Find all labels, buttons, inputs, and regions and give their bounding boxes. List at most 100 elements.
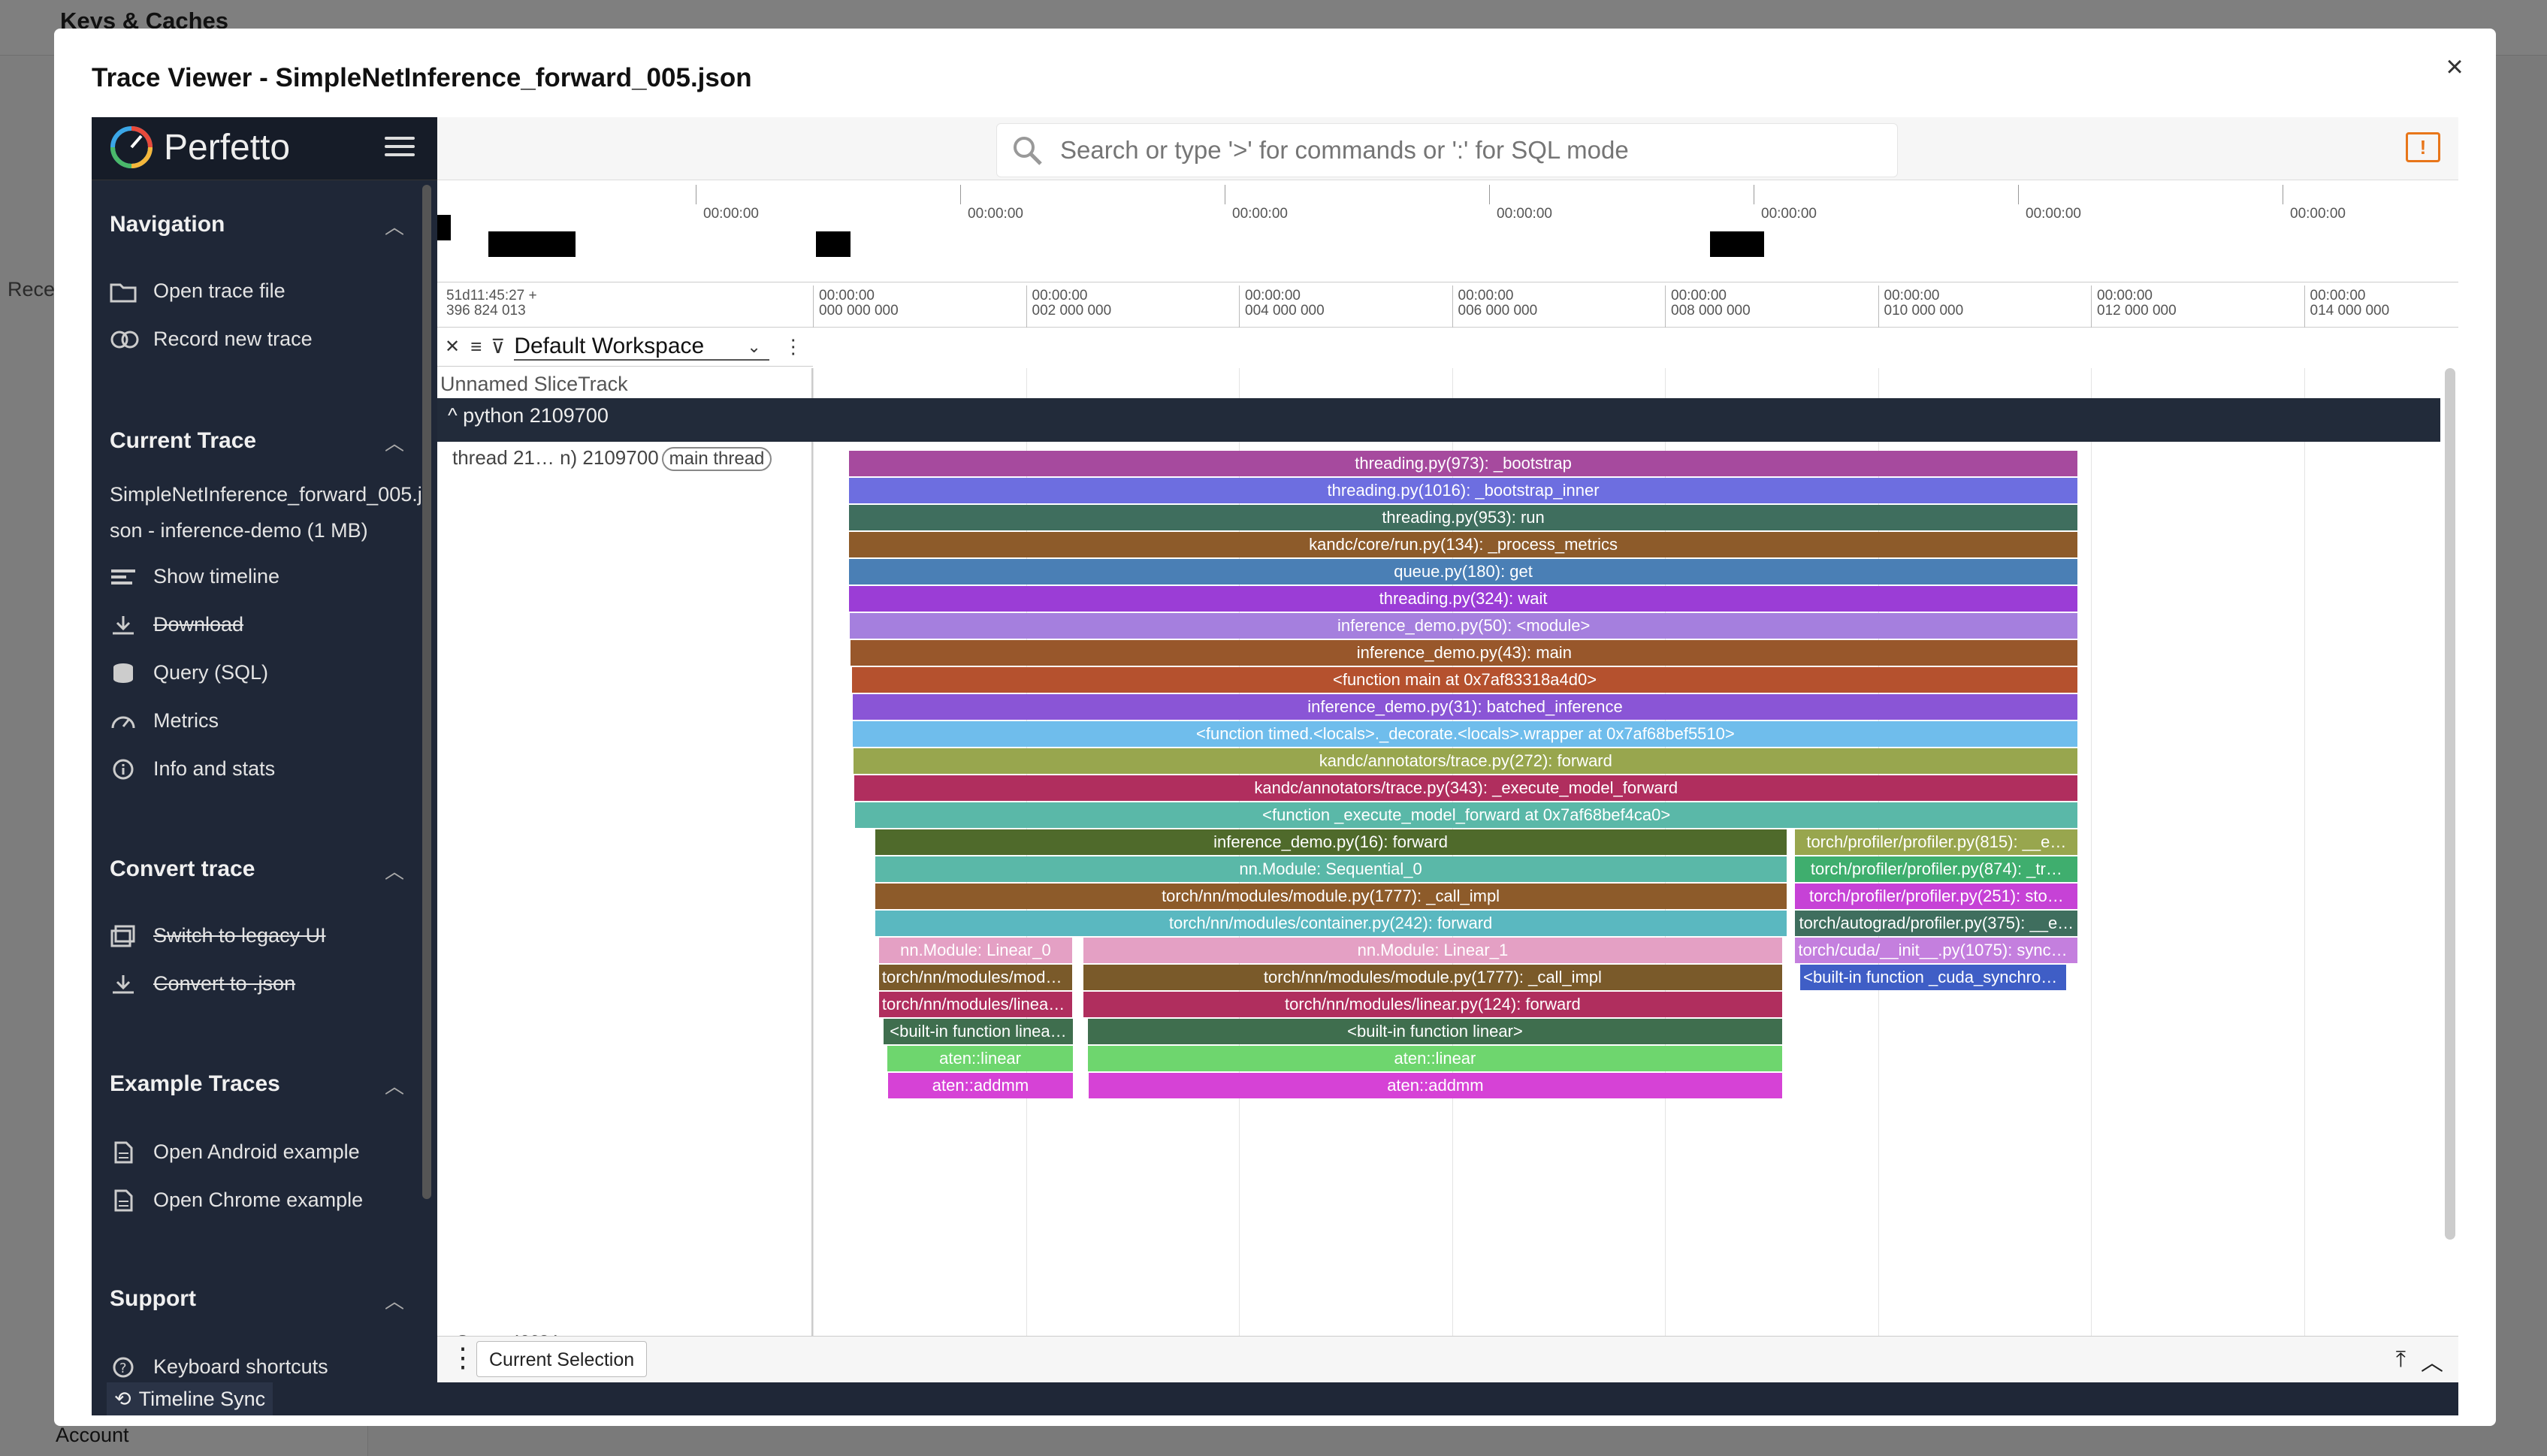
section-convert-trace-title[interactable]: Convert trace xyxy=(110,856,255,882)
time-ruler[interactable]: 51d11:45:27 +396 824 013 00:00:00 000 000 … xyxy=(437,285,2458,328)
trace-slice[interactable]: torch/nn/modules/container.py(242): forw… xyxy=(875,911,1787,936)
track-gutter xyxy=(437,368,813,1337)
trace-slice[interactable]: nn.Module: Linear_0 xyxy=(878,938,1073,963)
query-sql-link[interactable]: Query (SQL) xyxy=(110,661,268,684)
feedback-icon[interactable]: ! xyxy=(2406,132,2440,162)
metrics-link[interactable]: Metrics xyxy=(110,709,219,733)
trace-slice[interactable]: <function _execute_model_forward at 0x7a… xyxy=(855,802,2078,828)
perfetto-logo[interactable]: Perfetto xyxy=(110,125,290,170)
trace-slice[interactable]: torch/profiler/profiler.py(251): sto… xyxy=(1795,884,2078,909)
list-icon[interactable]: ≡ xyxy=(470,335,482,358)
chevron-down-icon[interactable]: ⌄ xyxy=(747,337,760,357)
open-chrome-example-link[interactable]: Open Chrome example xyxy=(110,1189,363,1212)
convert-json-label: Convert to .json xyxy=(153,972,296,995)
trace-slice[interactable]: <built-in function linear> xyxy=(1088,1019,1782,1044)
grid-line xyxy=(2304,368,2305,1337)
open-android-example-link[interactable]: Open Android example xyxy=(110,1140,360,1164)
convert-json-link[interactable]: Convert to .json xyxy=(110,972,295,995)
overview-tick-label: 00:00:00 xyxy=(703,206,759,222)
trace-slice[interactable]: torch/cuda/__init__.py(1075): synchr… xyxy=(1795,938,2078,963)
trace-slice[interactable]: torch/nn/modules/module.py(1777): _call_… xyxy=(1083,965,1782,990)
trace-slice[interactable]: <built-in function _cuda_synchroni… xyxy=(1800,965,2067,990)
record-new-trace-link[interactable]: Record new trace xyxy=(110,328,313,351)
trace-slice[interactable]: aten::linear xyxy=(887,1046,1073,1071)
omnibox[interactable] xyxy=(996,123,1898,177)
open-trace-file-link[interactable]: Open trace file xyxy=(110,279,286,303)
trace-slice[interactable]: threading.py(1016): _bootstrap_inner xyxy=(848,478,2078,503)
trace-slice[interactable]: inference_demo.py(50): <module> xyxy=(850,613,2078,639)
track-area: threading.py(973): _bootstrap threading.p… xyxy=(437,368,2458,1337)
filter-icon[interactable]: ⊽ xyxy=(491,335,505,358)
ruler-tick-label: 00:00:00 004 000 000 xyxy=(1245,288,1325,319)
trace-slice[interactable]: inference_demo.py(43): main xyxy=(851,640,2078,666)
trace-slice[interactable]: inference_demo.py(16): forward xyxy=(875,829,1787,855)
workspace-selector[interactable]: Default Workspace xyxy=(514,334,770,361)
thread-name: thread 21… n) 2109700 xyxy=(452,446,659,469)
flame-canvas[interactable]: threading.py(973): _bootstrap threading.p… xyxy=(813,368,2451,1337)
overview-tick xyxy=(960,185,961,204)
more-vert-icon[interactable]: ⋮ xyxy=(784,335,803,358)
chevron-up-icon[interactable]: ^ xyxy=(448,404,463,427)
trace-slice[interactable]: nn.Module: Sequential_0 xyxy=(875,856,1787,882)
search-input[interactable] xyxy=(1060,136,1887,165)
ruler-tick xyxy=(813,285,814,328)
tracks-scrollbar[interactable] xyxy=(2445,368,2455,1240)
trace-slice[interactable]: aten::addmm xyxy=(1089,1073,1782,1098)
trace-slice[interactable]: aten::linear xyxy=(1088,1046,1782,1071)
grid-line xyxy=(2091,368,2092,1337)
trace-slice[interactable]: queue.py(180): get xyxy=(848,559,2078,585)
close-icon[interactable]: × xyxy=(2436,48,2473,86)
sidebar-scrollbar[interactable] xyxy=(422,185,431,1199)
trace-slice[interactable]: torch/nn/modules/linear.py(124): forward xyxy=(1083,992,1782,1017)
show-timeline-link[interactable]: Show timeline xyxy=(110,565,279,588)
process-track-header[interactable] xyxy=(437,398,2440,442)
trace-slice[interactable]: threading.py(973): _bootstrap xyxy=(848,451,2078,476)
download-icon xyxy=(110,614,140,636)
open-android-example-label: Open Android example xyxy=(153,1140,360,1163)
chevron-up-icon[interactable]: ︿ xyxy=(2421,1344,2443,1377)
trace-slice[interactable]: torch/nn/modules/module.py(1777): _call_… xyxy=(875,884,1787,909)
section-example-traces-title[interactable]: Example Traces xyxy=(110,1071,280,1097)
trace-slice[interactable]: threading.py(324): wait xyxy=(848,586,2078,612)
section-navigation-title[interactable]: Navigation xyxy=(110,212,225,237)
section-current-trace-title[interactable]: Current Trace xyxy=(110,428,256,454)
chevron-up-icon[interactable]: ︿ xyxy=(385,428,407,455)
ruler-tick-label: 00:00:00 000 000 000 xyxy=(819,288,899,319)
chevron-up-icon[interactable]: ︿ xyxy=(385,1071,407,1098)
overview-timeline[interactable]: 00:00:00 00:00:00 00:00:00 00:00:00 00:00:00… xyxy=(437,185,2458,282)
trace-slice[interactable]: torch/nn/modules/linear.… xyxy=(878,992,1073,1017)
keyboard-shortcuts-link[interactable]: ? Keyboard shortcuts xyxy=(110,1355,328,1379)
trace-slice[interactable]: kandc/core/run.py(134): _process_metrics xyxy=(848,532,2078,557)
grid-line xyxy=(813,368,814,1337)
chevron-up-icon[interactable]: ︿ xyxy=(385,1286,407,1313)
trace-slice[interactable]: aten::addmm xyxy=(888,1073,1073,1098)
collapse-all-icon[interactable]: ✕ xyxy=(445,336,460,358)
trace-slice[interactable]: torch/profiler/profiler.py(874): _tr… xyxy=(1795,856,2078,882)
folder-open-icon xyxy=(110,280,140,303)
trace-slice[interactable]: kandc/annotators/trace.py(272): forward xyxy=(854,748,2078,774)
trace-slice[interactable]: torch/nn/modules/module.… xyxy=(878,965,1073,990)
download-link[interactable]: Download xyxy=(110,613,243,636)
hamburger-menu-icon[interactable] xyxy=(385,137,415,161)
trace-slice[interactable]: inference_demo.py(31): batched_inference xyxy=(852,694,2078,720)
switch-legacy-ui-link[interactable]: Switch to legacy UI xyxy=(110,924,326,947)
trace-slice[interactable]: <function main at 0x7af83318a4d0> xyxy=(851,667,2078,693)
trace-slice[interactable]: torch/profiler/profiler.py(815): __e… xyxy=(1795,829,2078,855)
timeline-sync-button[interactable]: ⟲ Timeline Sync xyxy=(107,1382,273,1415)
trace-slice[interactable]: kandc/annotators/trace.py(343): _execute… xyxy=(854,775,2078,801)
overview-tick-label: 00:00:00 xyxy=(2026,206,2081,222)
trace-slice[interactable]: <function timed.<locals>._decorate.<loca… xyxy=(853,721,2078,747)
process-track-label[interactable]: ^ python 2109700 xyxy=(448,404,609,427)
section-support-title[interactable]: Support xyxy=(110,1286,196,1312)
current-selection-tab[interactable]: Current Selection xyxy=(476,1341,648,1377)
trace-slice[interactable]: <built-in function linea… xyxy=(883,1019,1073,1044)
trace-slice[interactable]: torch/autograd/profiler.py(375): __e… xyxy=(1795,911,2078,936)
switch-legacy-ui-label: Switch to legacy UI xyxy=(153,924,326,947)
pin-top-icon[interactable]: ⤒ xyxy=(2396,1347,2406,1373)
trace-slice[interactable]: threading.py(953): run xyxy=(848,505,2078,530)
more-vert-icon[interactable]: ⋮ xyxy=(449,1344,476,1374)
trace-slice[interactable]: nn.Module: Linear_1 xyxy=(1083,938,1782,963)
info-and-stats-link[interactable]: Info and stats xyxy=(110,757,275,781)
chevron-up-icon[interactable]: ︿ xyxy=(385,856,407,883)
chevron-up-icon[interactable]: ︿ xyxy=(385,212,407,238)
